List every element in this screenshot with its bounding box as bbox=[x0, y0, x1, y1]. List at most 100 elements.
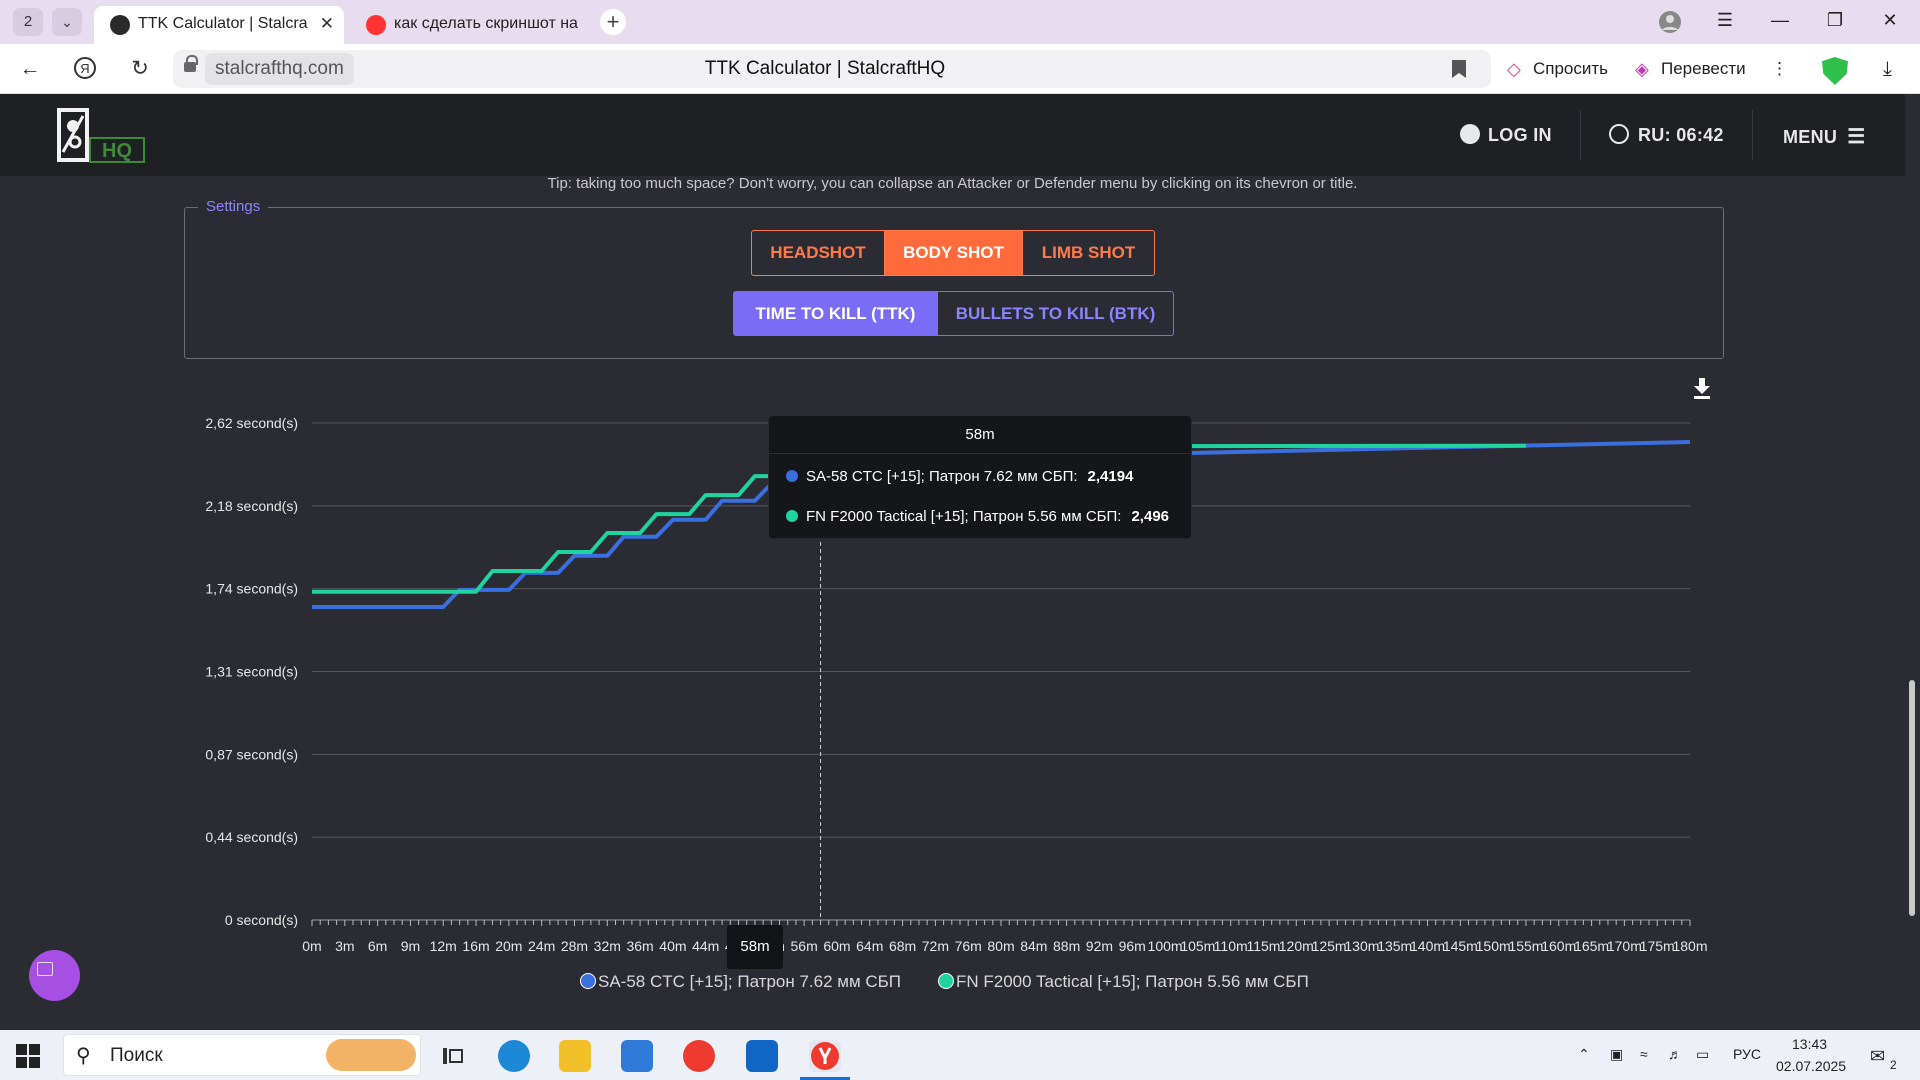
x-tick-label: 84m bbox=[1020, 938, 1047, 954]
wifi-icon[interactable]: ≈ bbox=[1640, 1046, 1648, 1062]
x-tick-label: 96m bbox=[1119, 938, 1146, 954]
x-tick-label: 44m bbox=[692, 938, 719, 954]
legend-item-f2000[interactable]: FN F2000 Tactical [+15]; Патрон 5.56 мм … bbox=[938, 972, 1309, 992]
broken-image-icon bbox=[37, 962, 53, 976]
yandex-home-icon[interactable]: Я bbox=[71, 56, 99, 82]
x-tick-label: 64m bbox=[856, 938, 883, 954]
search-placeholder: Поиск bbox=[110, 1045, 163, 1066]
url-domain[interactable]: stalcrafthq.com bbox=[205, 53, 354, 85]
restore-icon[interactable]: ❐ bbox=[1820, 10, 1850, 31]
yandex-browser-icon[interactable] bbox=[809, 1040, 841, 1072]
battery-icon[interactable]: ▭ bbox=[1696, 1046, 1709, 1063]
clock-time[interactable]: 13:43 bbox=[1792, 1036, 1827, 1052]
task-view-icon[interactable] bbox=[436, 1040, 468, 1072]
x-tick-label: 12m bbox=[430, 938, 457, 954]
limb-shot-button[interactable]: LIMB SHOT bbox=[1022, 230, 1155, 276]
x-tick-label: 105m bbox=[1180, 938, 1215, 954]
scrollbar-thumb[interactable] bbox=[1909, 680, 1915, 916]
back-arrow-icon[interactable]: ← bbox=[16, 56, 44, 82]
header-divider bbox=[1580, 110, 1581, 160]
login-label: LOG IN bbox=[1488, 125, 1552, 145]
profile-icon[interactable] bbox=[1655, 10, 1685, 39]
stalcrafthq-logo[interactable]: HQ bbox=[57, 108, 147, 164]
x-tick-label: 150m bbox=[1476, 938, 1511, 954]
menu-label: MENU bbox=[1783, 127, 1838, 147]
reload-icon[interactable]: ↻ bbox=[126, 56, 154, 82]
legend-dot bbox=[938, 973, 954, 989]
volume-icon[interactable]: ♬ bbox=[1668, 1046, 1682, 1062]
x-tick-label: 28m bbox=[561, 938, 588, 954]
series-color-dot bbox=[786, 510, 798, 522]
body-shot-button[interactable]: BODY SHOT bbox=[884, 230, 1023, 276]
close-window-icon[interactable]: ✕ bbox=[1875, 10, 1905, 31]
new-tab-plus-icon[interactable]: + bbox=[600, 9, 626, 35]
x-tick-label: 72m bbox=[922, 938, 949, 954]
legend-dot bbox=[580, 973, 596, 989]
settings-legend: Settings bbox=[198, 198, 269, 215]
tab-screenshot-search[interactable]: как сделать скриншот на bbox=[350, 6, 590, 44]
meet-now-icon[interactable]: ▣ bbox=[1610, 1046, 1623, 1063]
x-tick-label: 20m bbox=[495, 938, 522, 954]
taskbar-search-box[interactable]: ⚲ Поиск bbox=[63, 1034, 421, 1076]
tooltip-x-label: 58m bbox=[769, 416, 1191, 454]
language-indicator[interactable]: РУС bbox=[1733, 1046, 1761, 1062]
menu-button[interactable]: MENU ☰ bbox=[1783, 124, 1865, 149]
notifications-icon[interactable]: ✉ bbox=[1870, 1046, 1885, 1067]
file-explorer-icon[interactable] bbox=[559, 1040, 591, 1072]
crosshair-x-label: 58m bbox=[727, 925, 783, 969]
x-tick-label: 56m bbox=[791, 938, 818, 954]
btk-mode-button[interactable]: BULLETS TO KILL (BTK) bbox=[937, 291, 1174, 336]
y-tick-label: 2,62 second(s) bbox=[205, 415, 298, 431]
tab-close-icon[interactable]: ✕ bbox=[320, 6, 334, 42]
yandex-icon[interactable] bbox=[683, 1040, 715, 1072]
user-icon bbox=[1460, 124, 1480, 144]
clock-date[interactable]: 02.07.2025 bbox=[1776, 1058, 1846, 1074]
x-tick-label: 80m bbox=[987, 938, 1014, 954]
x-tick-label: 88m bbox=[1053, 938, 1080, 954]
x-tick-label: 115m bbox=[1246, 938, 1280, 954]
tray-chevron-icon[interactable]: ⌃ bbox=[1578, 1046, 1590, 1063]
x-tick-label: 125m bbox=[1312, 938, 1347, 954]
ask-alice-button[interactable]: ◇ Спросить bbox=[1505, 52, 1608, 86]
tab-ttk-calculator[interactable]: TTK Calculator | Stalcra ✕ bbox=[94, 6, 344, 44]
x-tick-label: 16m bbox=[462, 938, 489, 954]
tab-title: TTK Calculator | Stalcra bbox=[138, 15, 308, 32]
tab-title: как сделать скриншот на bbox=[394, 15, 578, 32]
x-tick-label: 130m bbox=[1344, 938, 1379, 954]
x-tick-label: 60m bbox=[823, 938, 850, 954]
headshot-button[interactable]: HEADSHOT bbox=[751, 230, 885, 276]
edge-icon[interactable] bbox=[498, 1040, 530, 1072]
stalcraft-favicon-icon bbox=[110, 15, 130, 35]
tab-count-button[interactable]: 2 bbox=[13, 8, 43, 36]
login-button[interactable]: LOG IN bbox=[1460, 124, 1552, 146]
page-title: TTK Calculator | StalcraftHQ bbox=[704, 58, 946, 79]
translate-button[interactable]: ◈ Перевести bbox=[1633, 52, 1746, 86]
downloads-icon[interactable]: ⤓ bbox=[1877, 52, 1892, 86]
windows-start-icon[interactable] bbox=[14, 1042, 42, 1070]
legend-label: FN F2000 Tactical [+15]; Патрон 5.56 мм … bbox=[956, 972, 1309, 991]
floating-avatar-button[interactable] bbox=[29, 950, 80, 1001]
microsoft-store-icon[interactable] bbox=[621, 1040, 653, 1072]
tooltip-row: SA-58 CTC [+15]; Патрон 7.62 мм СБП: 2,41… bbox=[786, 468, 1133, 485]
tab-list-chevron-icon[interactable]: ⌄ bbox=[52, 8, 82, 36]
legend-item-sa58[interactable]: SA-58 CTC [+15]; Патрон 7.62 мм СБП bbox=[580, 972, 901, 992]
legend-label: SA-58 CTC [+15]; Патрон 7.62 мм СБП bbox=[598, 972, 902, 991]
x-tick-label: 32m bbox=[594, 938, 621, 954]
y-tick-label: 0,44 second(s) bbox=[205, 829, 298, 845]
ask-label: Спросить bbox=[1533, 59, 1609, 78]
tooltip-value: 2,4194 bbox=[1087, 468, 1134, 485]
tooltip-value: 2,496 bbox=[1131, 508, 1170, 525]
more-options-icon[interactable]: ⋮ bbox=[1763, 52, 1788, 86]
x-tick-label: 40m bbox=[659, 938, 686, 954]
x-tick-label: 135m bbox=[1377, 938, 1412, 954]
x-tick-label: 170m bbox=[1607, 938, 1642, 954]
minimize-icon[interactable]: — bbox=[1765, 10, 1795, 31]
x-tick-label: 68m bbox=[889, 938, 916, 954]
y-tick-label: 1,31 second(s) bbox=[205, 664, 298, 680]
browser-menu-icon[interactable]: ☰ bbox=[1710, 10, 1740, 31]
translate-label: Перевести bbox=[1661, 59, 1746, 78]
x-tick-label: 155m bbox=[1508, 938, 1543, 954]
search-icon: ⚲ bbox=[76, 1045, 91, 1067]
ttk-mode-button[interactable]: TIME TO KILL (TTK) bbox=[733, 291, 938, 336]
outlook-icon[interactable] bbox=[746, 1040, 778, 1072]
